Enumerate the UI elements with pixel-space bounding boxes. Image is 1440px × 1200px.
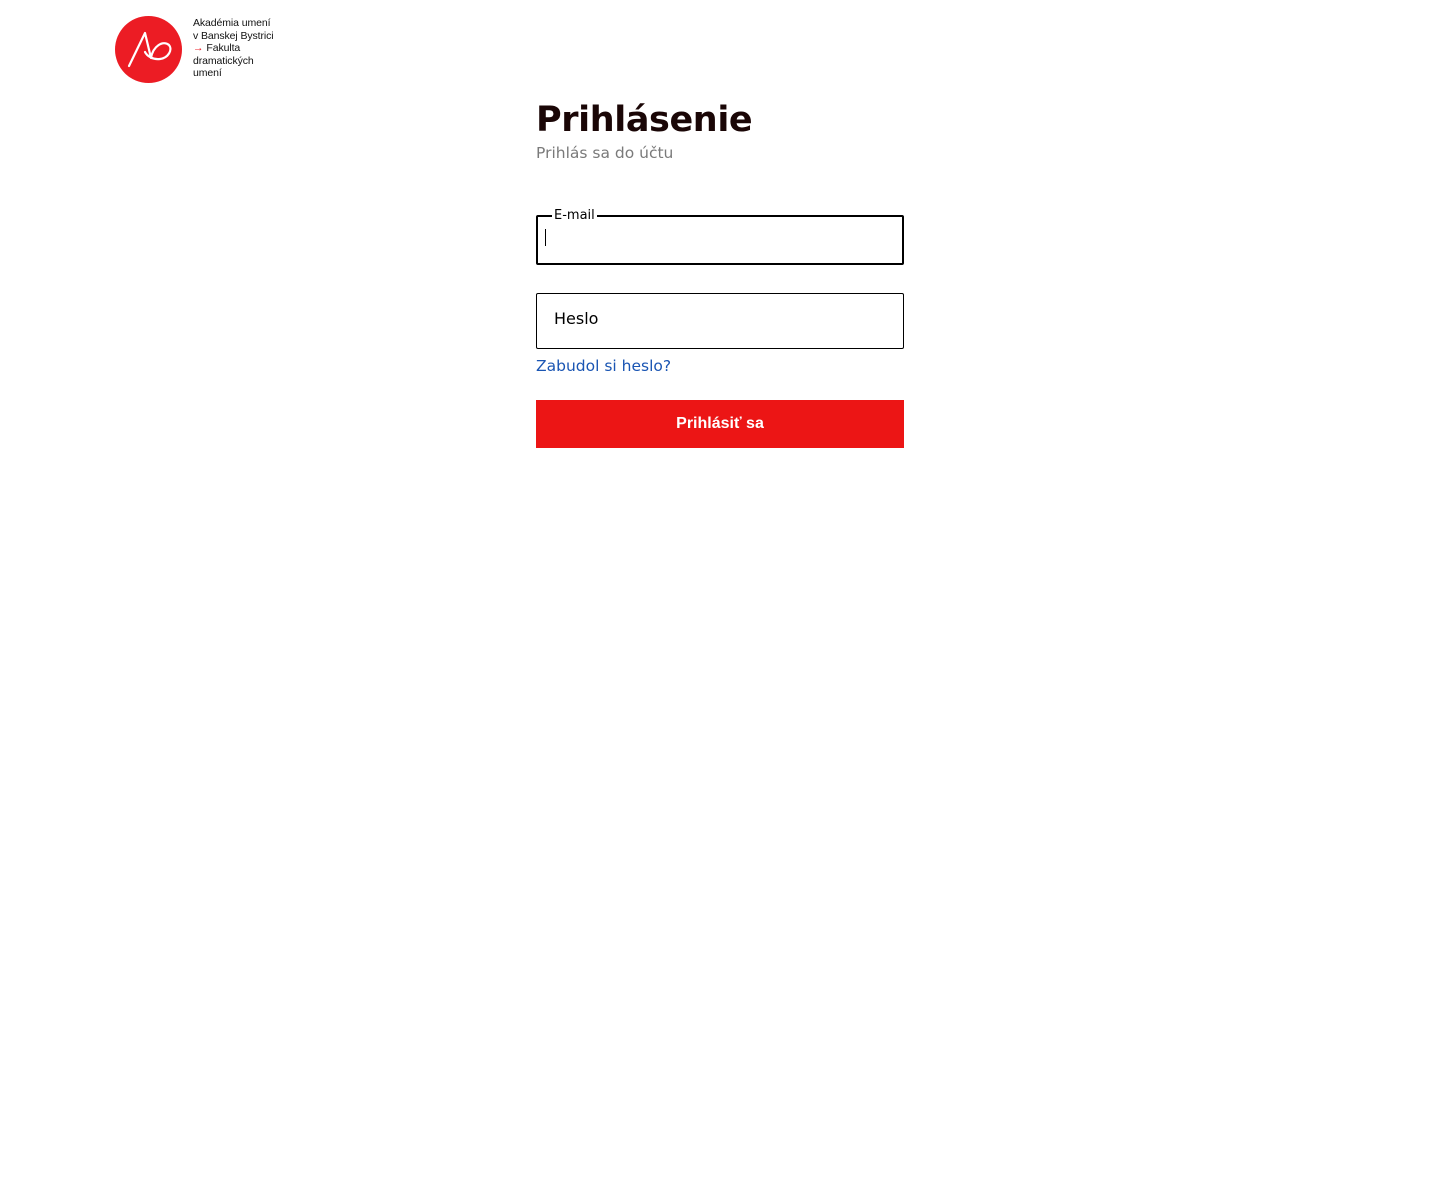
password-field-placeholder: Heslo (554, 309, 599, 328)
login-form: Prihlásenie Prihlás sa do účtu E-mail He… (536, 98, 904, 448)
arrow-right-icon: → (193, 42, 204, 55)
forgot-password-link[interactable]: Zabudol si heslo? (536, 356, 671, 376)
page-title: Prihlásenie (536, 100, 753, 140)
logo-line: → Fakulta (193, 42, 273, 55)
site-logo[interactable]: Akadémia umení v Banskej Bystrici → Fakul… (115, 16, 274, 83)
login-button[interactable]: Prihlásiť sa (536, 400, 904, 448)
logo-line-faculty: Fakulta (206, 42, 241, 55)
logo-line: v Banskej Bystrici (193, 29, 274, 42)
login-page: Akadémia umení v Banskej Bystrici → Fakul… (0, 0, 1440, 1200)
logo-wordmark: Akadémia umení v Banskej Bystrici → Fakul… (193, 17, 274, 80)
logo-line: Akadémia umení (193, 17, 271, 29)
logo-line: umení (193, 67, 222, 80)
email-field-label: E-mail (554, 208, 595, 223)
email-field[interactable] (544, 223, 894, 249)
page-subtitle: Prihlás sa do účtu (536, 144, 674, 162)
email-field-wrapper: E-mail (536, 209, 904, 265)
text-caret (545, 229, 546, 246)
logo-line: dramatických (193, 54, 254, 67)
aa-logo-icon (115, 16, 182, 83)
password-field-wrapper[interactable]: Heslo (536, 293, 904, 349)
